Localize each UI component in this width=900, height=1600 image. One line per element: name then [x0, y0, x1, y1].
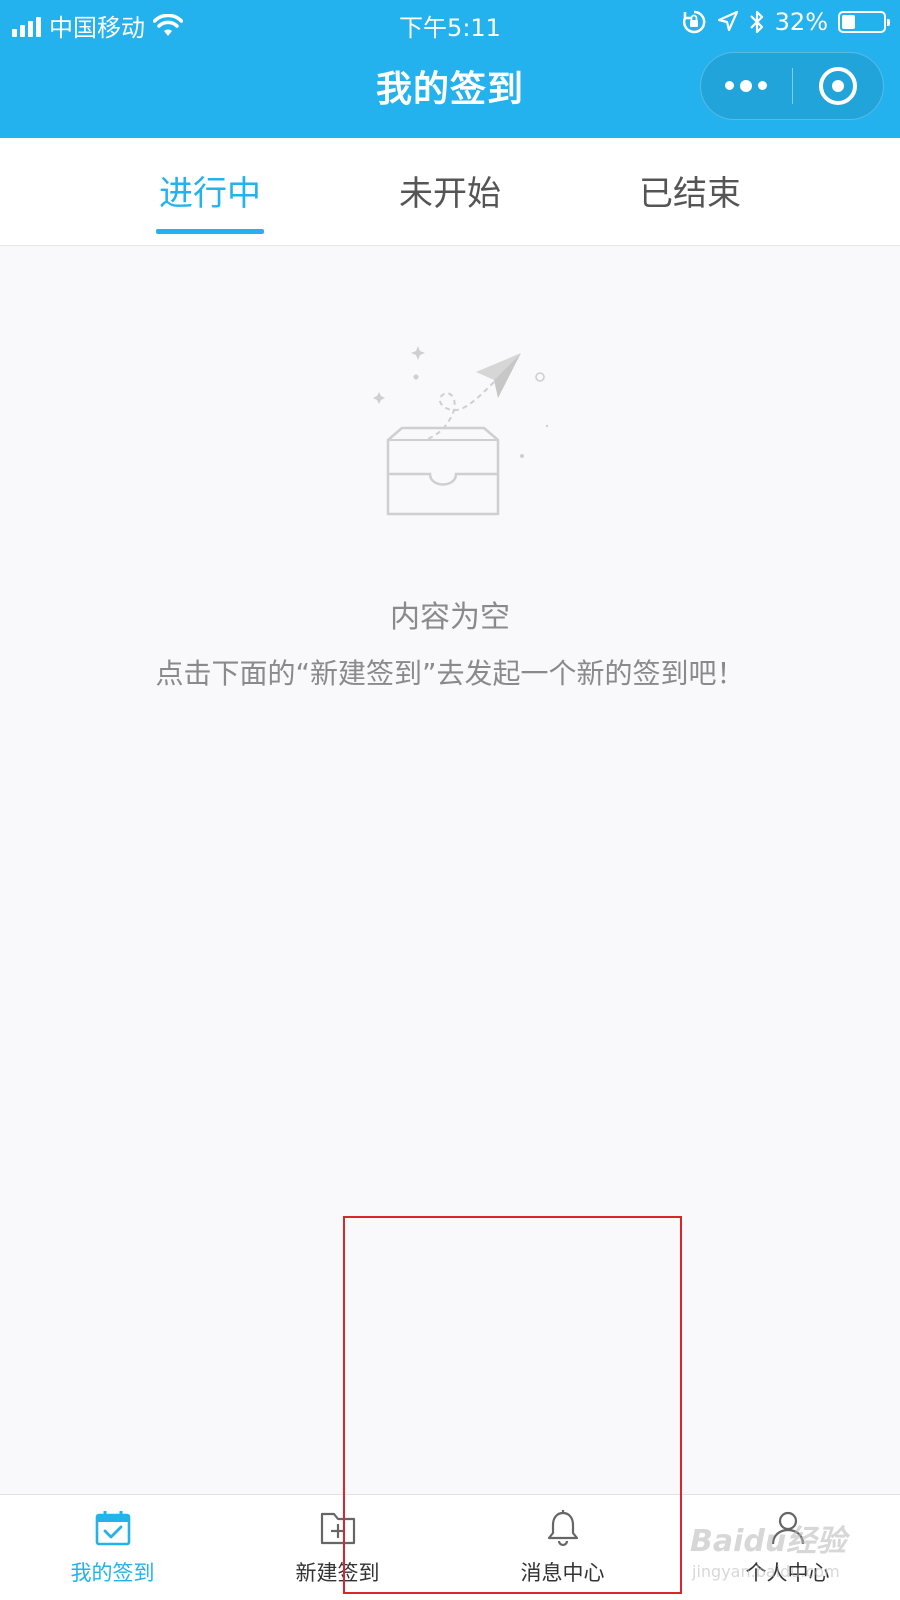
status-tabs: 进行中 未开始 已结束	[0, 138, 900, 246]
status-right: 32%	[681, 8, 890, 36]
annotation-highlight-box	[343, 1216, 682, 1594]
close-mini-program-button[interactable]	[793, 52, 884, 120]
battery-fill	[842, 15, 855, 29]
baidu-jingyan-watermark: Baidu经验 jingyan.baidu.com	[688, 1516, 888, 1586]
tab-label: 未开始	[399, 174, 501, 214]
empty-inbox-paper-plane-icon	[373, 346, 549, 516]
tabbar-label: 我的签到	[70, 1561, 155, 1585]
tabbar-item-my-checkins[interactable]: 我的签到	[0, 1495, 225, 1600]
watermark-url: jingyan.baidu.com	[692, 1562, 840, 1581]
empty-state-title: 内容为空	[390, 600, 510, 635]
more-button[interactable]	[701, 52, 792, 120]
tab-not-started[interactable]: 未开始	[396, 166, 504, 246]
empty-state-description: 点击下面的“新建签到”去发起一个新的签到吧！	[155, 657, 745, 690]
tab-in-progress[interactable]: 进行中	[156, 166, 264, 246]
location-icon	[717, 10, 738, 32]
watermark-logo: Baidu经验	[690, 1524, 847, 1559]
tab-label: 已结束	[639, 174, 741, 214]
battery-percent: 32%	[774, 8, 828, 36]
tab-ended[interactable]: 已结束	[636, 166, 744, 246]
battery-icon	[838, 11, 890, 33]
mini-program-screen: 中国移动 下午5:11 32% 我的签到 进行中 未开始 已结束 内容为空 点击…	[0, 0, 900, 1600]
orientation-lock-icon	[682, 10, 706, 34]
mini-program-capsule	[700, 52, 884, 120]
bluetooth-icon	[749, 10, 763, 34]
top-bar: 中国移动 下午5:11 32% 我的签到	[0, 0, 900, 138]
active-tab-indicator	[156, 229, 264, 234]
calendar-check-icon	[95, 1511, 131, 1546]
miniprogram-close-icon	[818, 67, 857, 105]
status-bar: 中国移动 下午5:11 32%	[0, 0, 900, 46]
tab-label: 进行中	[159, 174, 261, 214]
more-dots-icon	[725, 79, 768, 92]
